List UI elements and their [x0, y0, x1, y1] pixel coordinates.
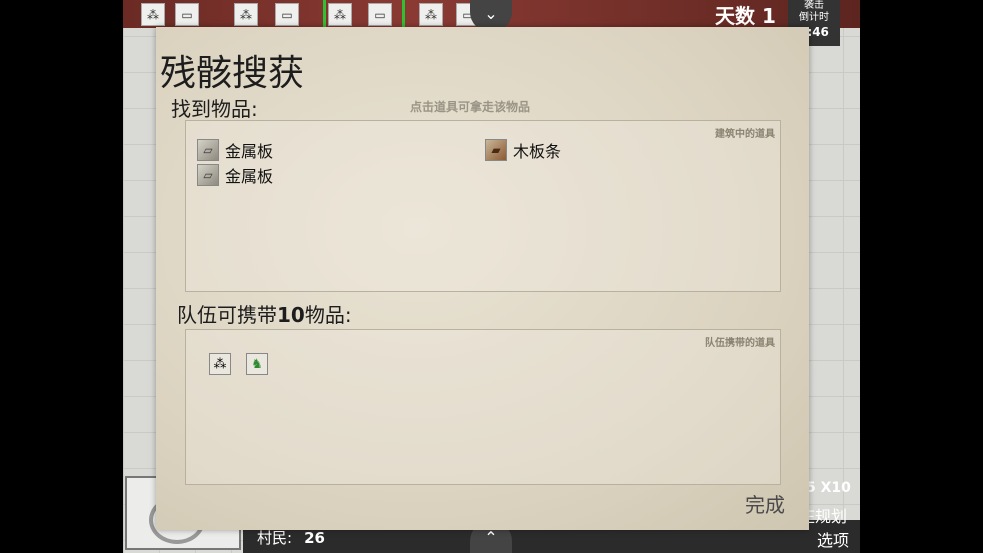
toolbar-slot-metal[interactable]: ▭	[175, 3, 199, 26]
toolbar-separator	[323, 0, 326, 28]
found-item-metal-sheet[interactable]: ▱ 金属板	[197, 163, 273, 187]
metal-sheet-icon: ▱	[197, 164, 219, 186]
carried-item-figure[interactable]: ♞	[246, 353, 268, 375]
green-figure-icon: ♞	[251, 356, 263, 372]
take-item-hint: 点击道具可拿走该物品	[410, 100, 531, 114]
day-value: 1	[761, 4, 776, 28]
metal-sheet-icon: ▭	[181, 7, 193, 22]
game-view: ⁂ ▭ ⁂ ▭ ⁂ ▭ ⁂ ▭ 天数 1 袭击 倒计时 3:46 ⌄ 村民: 26…	[123, 0, 860, 553]
found-items-label: 找到物品:	[171, 97, 258, 121]
dialog-title: 残骸搜获	[160, 53, 305, 94]
chevron-down-icon: ⌄	[484, 4, 498, 23]
found-panel-caption: 建筑中的道具	[715, 129, 775, 140]
carry-count: 10	[277, 303, 305, 327]
options-button[interactable]: 选项	[817, 527, 849, 551]
wood-plank-icon: ▰	[485, 139, 507, 161]
scavenge-dialog: 残骸搜获 找到物品: 点击道具可拿走该物品 建筑中的道具 ▱ 金属板 ▱ 金属板…	[156, 27, 809, 530]
bones-icon: ⁂	[334, 7, 346, 22]
bones-icon: ⁂	[147, 7, 159, 22]
carried-item-bones[interactable]: ⁂	[209, 353, 231, 375]
villager-count: 村民: 26	[257, 527, 325, 548]
metal-sheet-icon: ▭	[374, 7, 386, 22]
found-items-panel: 建筑中的道具 ▱ 金属板 ▱ 金属板 ▰ 木板条	[185, 120, 781, 292]
bones-icon: ⁂	[425, 7, 437, 22]
toolbar-slot-metal[interactable]: ▭	[275, 3, 299, 26]
bones-icon: ⁂	[240, 7, 252, 22]
done-button[interactable]: 完成	[745, 489, 785, 518]
toolbar-separator	[402, 0, 405, 28]
metal-sheet-icon: ▱	[197, 139, 219, 161]
toolbar-slot-bones[interactable]: ⁂	[328, 3, 352, 26]
countdown-title-1: 袭击	[804, 0, 824, 11]
item-label: 金属板	[225, 167, 274, 186]
day-label: 天数	[715, 4, 755, 28]
found-item-wood-plank[interactable]: ▰ 木板条	[485, 138, 561, 162]
carry-panel-caption: 队伍携带的道具	[705, 338, 775, 349]
item-label: 木板条	[513, 142, 562, 161]
speed-multiplier[interactable]: 5 X10	[806, 480, 851, 496]
found-item-metal-sheet[interactable]: ▱ 金属板	[197, 138, 273, 162]
toolbar-slot-bones[interactable]: ⁂	[234, 3, 258, 26]
carried-items-panel: 队伍携带的道具 ⁂ ♞	[185, 329, 781, 485]
item-label: 金属板	[225, 142, 274, 161]
day-counter: 天数 1	[715, 0, 776, 29]
carry-label-suffix: 物品:	[304, 303, 352, 327]
bones-icon: ⁂	[213, 356, 227, 372]
left-letterbox	[0, 0, 123, 553]
carry-label-prefix: 队伍可携带	[177, 303, 277, 327]
chevron-up-icon: ⌃	[484, 528, 498, 547]
metal-sheet-icon: ▭	[281, 7, 293, 22]
toolbar-slot-bones[interactable]: ⁂	[419, 3, 443, 26]
villagers-label: 村民:	[257, 529, 293, 547]
toolbar-slot-metal[interactable]: ▭	[368, 3, 392, 26]
countdown-title-2: 倒计时	[799, 12, 829, 23]
carry-capacity-label: 队伍可携带10物品:	[177, 299, 352, 328]
villagers-value: 26	[304, 529, 325, 547]
toolbar-slot-bones[interactable]: ⁂	[141, 3, 165, 26]
right-letterbox	[860, 0, 983, 553]
